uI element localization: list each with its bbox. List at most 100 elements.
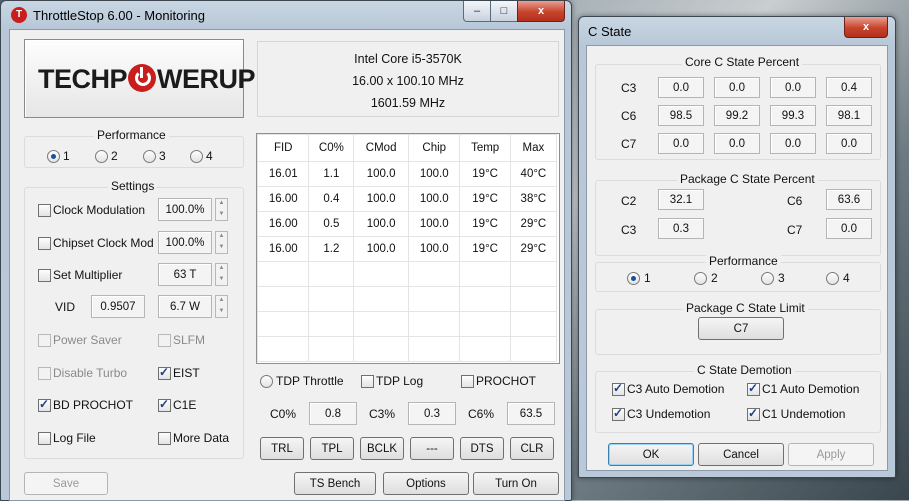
cstate-titlebar[interactable]: C State x — [579, 17, 895, 45]
core-c7-value-3: 0.0 — [770, 133, 816, 154]
minimize-button[interactable]: – — [463, 1, 491, 22]
cstate-perf-radio-2[interactable] — [694, 272, 707, 285]
cell-cmod: 100.0 — [353, 236, 410, 262]
demotion-label: C State Demotion — [694, 363, 795, 377]
table-row-empty — [257, 336, 558, 362]
disable-turbo-label: Disable Turbo — [53, 366, 128, 380]
pkg-c3-label: C3 — [621, 223, 637, 237]
clr-button[interactable]: CLR — [510, 437, 554, 460]
table-row-empty — [257, 311, 558, 337]
perf-radio-4[interactable] — [190, 150, 203, 163]
cell-max: 38°C — [509, 186, 558, 212]
clock-modulation-spinner[interactable]: ▲ ▼ — [215, 198, 228, 221]
pkg-limit-button[interactable]: C7 — [698, 317, 784, 340]
cancel-button[interactable]: Cancel — [698, 443, 784, 466]
core-c7-label: C7 — [621, 137, 637, 151]
cell-temp: 19°C — [459, 211, 511, 237]
core-c6-value-3: 99.3 — [770, 105, 816, 126]
demotion-group — [595, 371, 881, 433]
cell-c0: 1.1 — [308, 161, 355, 187]
power-spinner[interactable]: ▲ ▼ — [215, 295, 228, 318]
perf-radio-1[interactable] — [47, 150, 60, 163]
clock-modulation-checkbox[interactable] — [38, 204, 51, 217]
cstate-close-button[interactable]: x — [844, 17, 888, 38]
col-header-max: Max — [509, 134, 558, 162]
eist-label: EIST — [173, 366, 200, 380]
tdp-log-label: TDP Log — [376, 374, 424, 388]
trl-button[interactable]: TRL — [260, 437, 304, 460]
c3-value: 0.3 — [408, 402, 456, 425]
slfm-label: SLFM — [173, 333, 206, 347]
set-multiplier-label: Set Multiplier — [53, 268, 123, 282]
perf-radio-3[interactable] — [143, 150, 156, 163]
cell-c0: 0.4 — [308, 186, 355, 212]
package-cstate-label: Package C State Percent — [677, 172, 818, 186]
c1-undemotion-checkbox[interactable] — [747, 406, 760, 421]
set-multiplier-spinner[interactable]: ▲ ▼ — [215, 263, 228, 286]
bd-prochot-checkbox[interactable] — [38, 397, 51, 412]
cell-temp: 19°C — [459, 186, 511, 212]
cstate-perf-radio-1-label: 1 — [644, 271, 651, 285]
set-multiplier-checkbox[interactable] — [38, 269, 51, 282]
ts-bench-button[interactable]: TS Bench — [294, 472, 376, 495]
core-c3-label: C3 — [621, 81, 637, 95]
cstate-perf-radio-1[interactable] — [627, 272, 640, 285]
cell-fid: 16.00 — [257, 186, 310, 212]
power-saver-checkbox[interactable] — [38, 334, 51, 347]
cell-fid: 16.01 — [257, 161, 310, 187]
tpl-button[interactable]: TPL — [310, 437, 354, 460]
core-c7-value-1: 0.0 — [658, 133, 704, 154]
chipset-clock-mod-checkbox[interactable] — [38, 237, 51, 250]
disable-turbo-checkbox[interactable] — [38, 367, 51, 380]
c3-auto-demotion-checkbox[interactable] — [612, 381, 625, 396]
pkg-c2-value: 32.1 — [658, 189, 704, 210]
options-button[interactable]: Options — [383, 472, 469, 495]
apply-button[interactable]: Apply — [788, 443, 874, 466]
close-button[interactable]: x — [517, 1, 565, 22]
cstate-title: C State — [588, 24, 632, 39]
turn-on-button[interactable]: Turn On — [473, 472, 559, 495]
log-file-checkbox[interactable] — [38, 432, 51, 445]
dts-button[interactable]: DTS — [460, 437, 504, 460]
cstate-perf-radio-3-label: 3 — [778, 271, 785, 285]
slfm-checkbox[interactable] — [158, 334, 171, 347]
tdp-log-checkbox[interactable] — [361, 375, 374, 388]
c1e-label: C1E — [173, 398, 197, 412]
cell-chip: 100.0 — [408, 186, 461, 212]
chipset-clock-mod-label: Chipset Clock Mod — [53, 236, 154, 250]
placeholder-button[interactable]: --- — [410, 437, 454, 460]
c6-value: 63.5 — [507, 402, 555, 425]
vid-label: VID — [55, 300, 76, 314]
core-c3-value-2: 0.0 — [714, 77, 760, 98]
cstate-perf-radio-3[interactable] — [761, 272, 774, 285]
monitor-table: FID C0% CMod Chip Temp Max 16.01 1.1 100… — [257, 134, 558, 362]
clock-modulation-label: Clock Modulation — [53, 203, 146, 217]
col-header-c0: C0% — [308, 134, 355, 162]
perf-radio-2[interactable] — [95, 150, 108, 163]
c3-undemotion-checkbox[interactable] — [612, 406, 625, 421]
main-titlebar[interactable]: T ThrottleStop 6.00 - Monitoring – □ x — [1, 1, 571, 29]
cstate-perf-radio-4[interactable] — [826, 272, 839, 285]
chipset-clock-mod-spinner[interactable]: ▲ ▼ — [215, 231, 228, 254]
more-data-checkbox[interactable] — [158, 432, 171, 445]
cell-c0: 1.2 — [308, 236, 355, 262]
c1-auto-demotion-checkbox[interactable] — [747, 381, 760, 396]
settings-label: Settings — [108, 179, 158, 193]
pkg-c3-value: 0.3 — [658, 218, 704, 239]
eist-checkbox[interactable] — [158, 365, 171, 380]
window-title: ThrottleStop 6.00 - Monitoring — [33, 8, 205, 23]
ok-button[interactable]: OK — [608, 443, 694, 466]
power-value: 6.7 W — [158, 295, 212, 318]
c3-label: C3% — [369, 407, 396, 421]
maximize-button[interactable]: □ — [490, 1, 518, 22]
prochot-checkbox[interactable] — [461, 375, 474, 388]
bclk-button[interactable]: BCLK — [360, 437, 404, 460]
c1e-checkbox[interactable] — [158, 397, 171, 412]
tdp-throttle-radio[interactable] — [260, 375, 273, 388]
cpu-name: Intel Core i5-3570K — [354, 52, 462, 66]
monitor-table-frame: FID C0% CMod Chip Temp Max 16.01 1.1 100… — [256, 133, 560, 364]
table-row: 16.00 0.4 100.0 100.0 19°C 38°C — [257, 186, 558, 212]
save-button[interactable]: Save — [24, 472, 108, 495]
cpu-frequency: 1601.59 MHz — [370, 96, 446, 110]
core-c6-label: C6 — [621, 109, 637, 123]
